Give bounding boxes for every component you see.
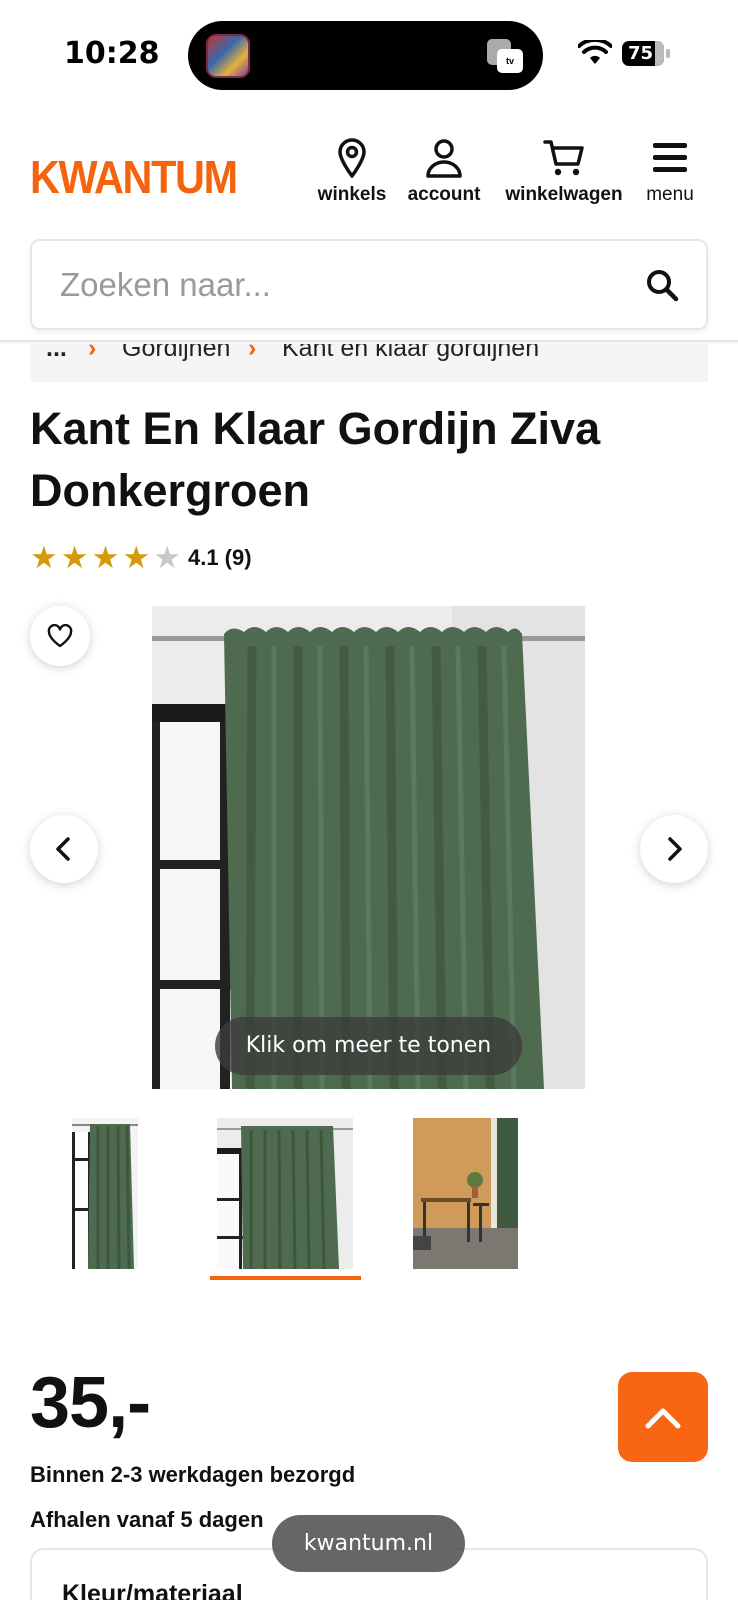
apple-tv-icon: tv [487,39,523,73]
wifi-icon [578,40,612,64]
color-material-heading: Kleur/materiaal [62,1580,243,1600]
nav-account[interactable]: account [402,138,486,206]
browser-url-pill[interactable]: kwantum.nl [272,1515,465,1572]
favorite-button[interactable] [30,606,90,666]
breadcrumb-separator-icon: › [88,344,97,362]
search-icon[interactable] [644,267,680,303]
chevron-up-icon [645,1408,681,1429]
breadcrumb-separator-icon: › [248,344,257,362]
star-empty-icon: ★ [153,539,181,576]
rating-summary: 4.1 (9) [187,545,252,570]
selected-thumbnail-indicator [210,1276,361,1280]
gallery-next-button[interactable] [640,815,708,883]
product-price: 35,- [30,1363,151,1443]
breadcrumb-item[interactable]: Gordijnen [122,344,230,363]
thumbnail-image [72,1118,138,1269]
chevron-left-icon [56,837,70,861]
search-input[interactable] [60,261,620,309]
breadcrumb-ellipsis[interactable]: ... [46,344,67,363]
nav-stores-label: winkels [317,184,387,205]
gallery-prev-button[interactable] [30,815,98,883]
product-title: Kant En Klaar Gordijn Ziva Donkergroen [30,403,601,516]
product-rating[interactable]: ★ ★ ★ ★ ★ 4.1 (9) [30,540,252,576]
nav-cart-label: winkelwagen [505,184,623,205]
nav-menu[interactable]: menu [640,138,700,206]
delivery-info: Binnen 2-3 werkdagen bezorgd [30,1462,356,1487]
breadcrumb-item[interactable]: Kant en klaar gordijnen [282,344,539,363]
battery-nub [666,49,670,58]
shopping-cart-icon [543,140,584,176]
search-bar [30,239,708,330]
scroll-to-top-button[interactable] [618,1372,708,1462]
star-icon: ★ [91,539,120,576]
map-pin-icon [338,138,366,178]
status-bar: 10:28 tv 75 [0,0,738,110]
dynamic-island: tv [188,21,543,90]
user-icon [426,139,462,178]
star-icon: ★ [60,539,89,576]
nav-stores[interactable]: winkels [312,138,392,206]
battery-level: 75 [628,43,654,64]
nav-menu-label: menu [646,184,694,205]
thumbnail-image [413,1118,518,1269]
hamburger-menu-icon [653,143,687,172]
thumbnail-image [217,1118,353,1269]
heart-icon [47,624,73,648]
app-activity-icon [206,34,250,78]
star-icon: ★ [122,539,151,576]
gallery-thumbnail[interactable] [413,1118,518,1269]
pickup-info: Afhalen vanaf 5 dagen [30,1507,264,1532]
status-time: 10:28 [64,36,160,71]
chevron-right-icon [668,837,682,861]
gallery-thumbnail-selected[interactable] [217,1118,353,1269]
gallery-thumbnail[interactable] [72,1118,138,1269]
nav-account-label: account [407,184,481,205]
nav-cart[interactable]: winkelwagen [498,138,630,206]
battery-indicator: 75 [622,41,664,66]
site-header: KWANTUM winkels account winkelwagen menu [0,130,738,220]
star-icon: ★ [30,539,58,576]
show-more-button[interactable]: Klik om meer te tonen [215,1017,522,1075]
kwantum-logo[interactable]: KWANTUM [30,150,238,204]
breadcrumb: ... › Gordijnen › Kant en klaar gordijne… [30,344,708,382]
